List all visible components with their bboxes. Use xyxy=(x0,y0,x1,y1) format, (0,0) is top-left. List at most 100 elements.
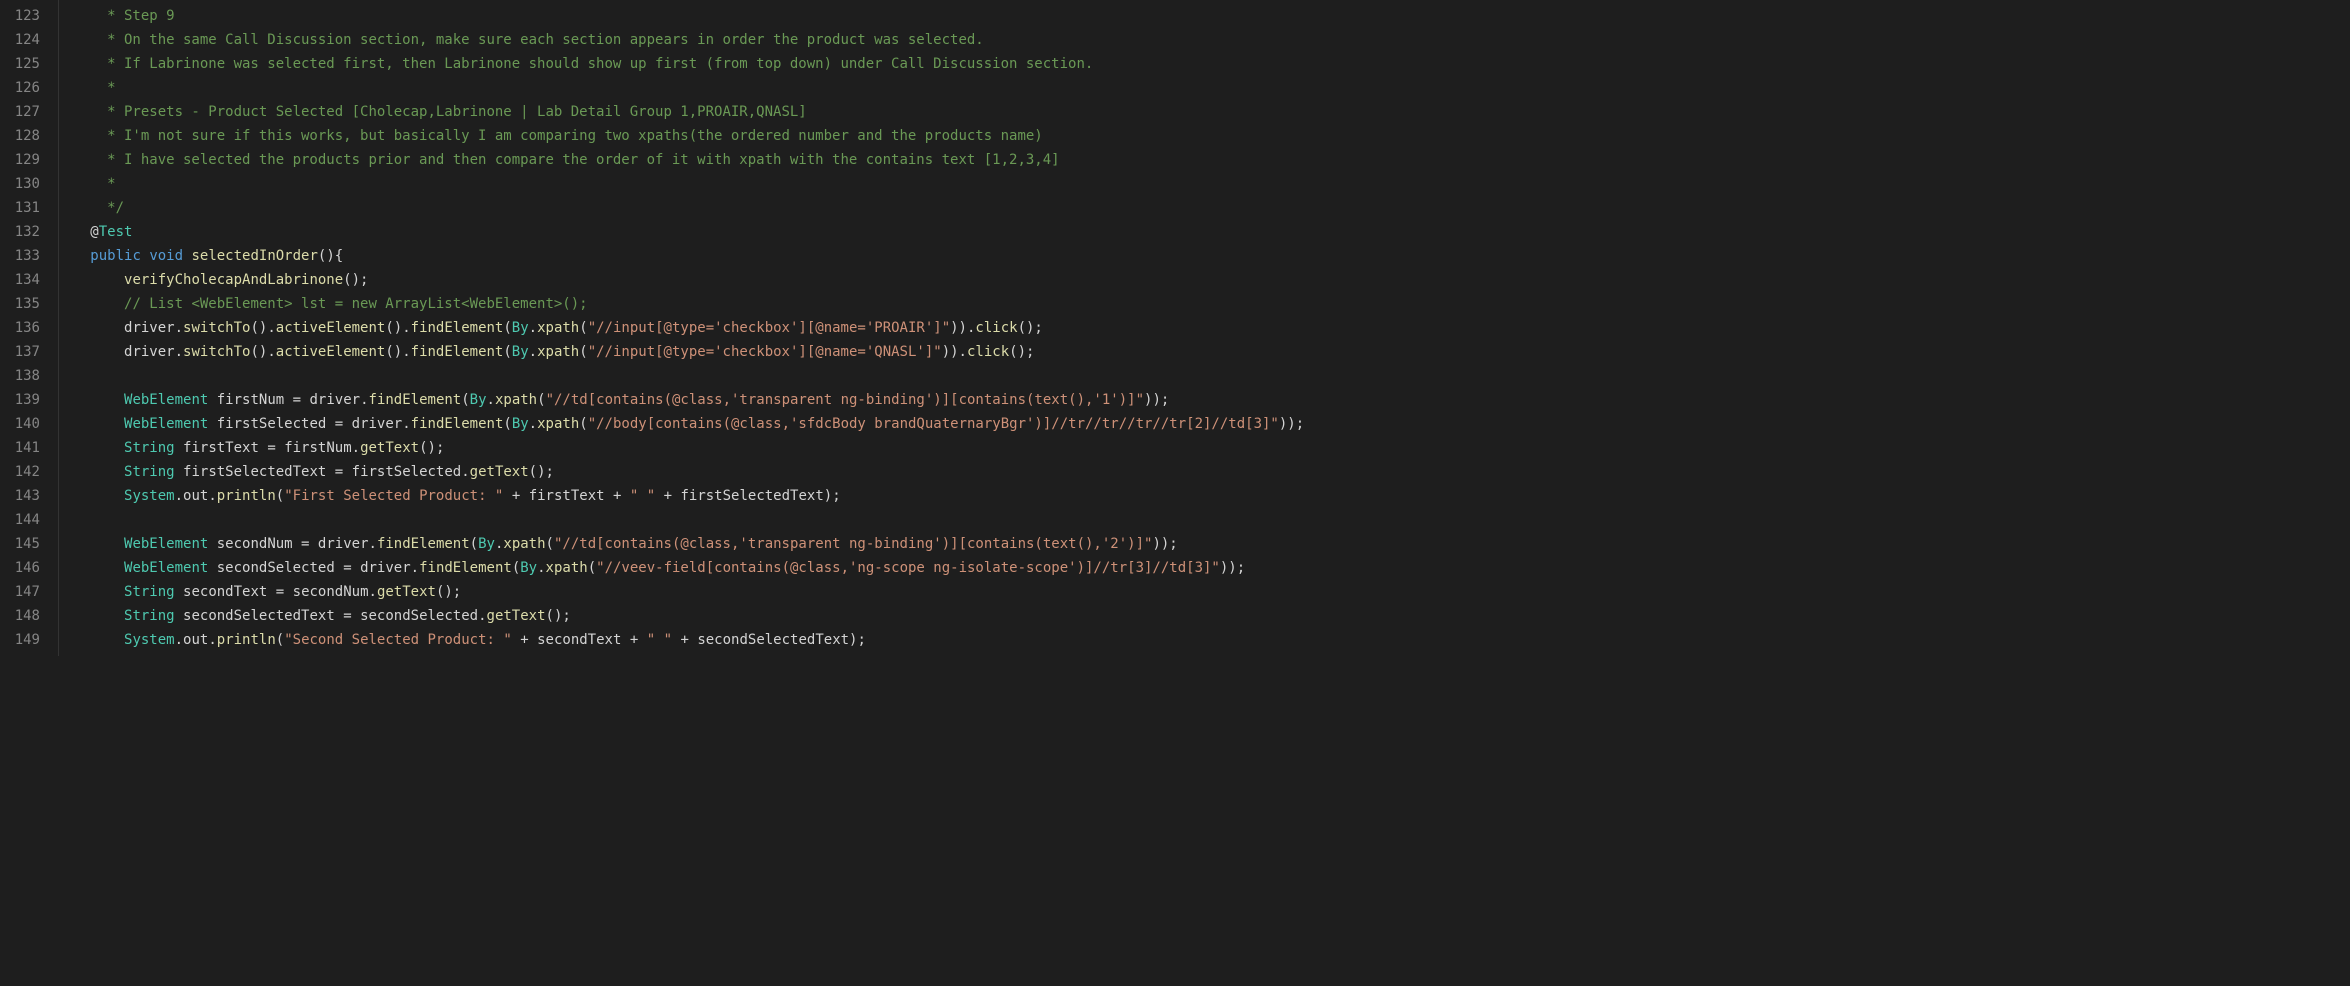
code-line[interactable]: WebElement firstSelected = driver.findEl… xyxy=(65,412,2350,436)
code-line[interactable]: * Presets - Product Selected [Cholecap,L… xyxy=(65,100,2350,124)
line-number[interactable]: 127 xyxy=(10,100,40,124)
code-line[interactable]: * If Labrinone was selected first, then … xyxy=(65,52,2350,76)
code-token: verifyCholecapAndLabrinone xyxy=(124,272,343,288)
code-token: firstText xyxy=(183,440,259,456)
line-number[interactable]: 138 xyxy=(10,364,40,388)
code-token: (). xyxy=(250,320,275,336)
line-number[interactable]: 134 xyxy=(10,268,40,292)
code-token: "Second Selected Product: " xyxy=(284,632,512,648)
line-number[interactable]: 124 xyxy=(10,28,40,52)
code-line[interactable]: WebElement firstNum = driver.findElement… xyxy=(65,388,2350,412)
line-number[interactable]: 145 xyxy=(10,532,40,556)
line-number[interactable]: 143 xyxy=(10,484,40,508)
code-token: . xyxy=(369,584,377,600)
code-line[interactable]: * On the same Call Discussion section, m… xyxy=(65,28,2350,52)
code-token xyxy=(267,584,275,600)
line-number[interactable]: 126 xyxy=(10,76,40,100)
code-line[interactable]: driver.switchTo().activeElement().findEl… xyxy=(65,316,2350,340)
code-line[interactable]: */ xyxy=(65,196,2350,220)
line-number[interactable]: 128 xyxy=(10,124,40,148)
code-token: (). xyxy=(385,320,410,336)
line-number[interactable]: 135 xyxy=(10,292,40,316)
line-number[interactable]: 148 xyxy=(10,604,40,628)
line-number[interactable]: 130 xyxy=(10,172,40,196)
code-token: "//td[contains(@class,'transparent ng-bi… xyxy=(546,392,1144,408)
line-number[interactable]: 133 xyxy=(10,244,40,268)
code-token: activeElement xyxy=(276,320,386,336)
code-token: public xyxy=(90,248,141,264)
code-line[interactable] xyxy=(65,364,2350,388)
code-token xyxy=(638,632,646,648)
line-number[interactable]: 146 xyxy=(10,556,40,580)
line-number[interactable]: 123 xyxy=(10,4,40,28)
code-token: . xyxy=(208,488,216,504)
code-token: . xyxy=(208,632,216,648)
line-number[interactable]: 140 xyxy=(10,412,40,436)
code-line[interactable]: verifyCholecapAndLabrinone(); xyxy=(65,268,2350,292)
code-token xyxy=(284,392,292,408)
code-editor[interactable]: 1231241251261271281291301311321331341351… xyxy=(0,0,2350,656)
line-number[interactable]: 144 xyxy=(10,508,40,532)
code-token: secondNum xyxy=(217,536,293,552)
code-line[interactable]: public void selectedInOrder(){ xyxy=(65,244,2350,268)
code-line[interactable]: WebElement secondSelected = driver.findE… xyxy=(65,556,2350,580)
code-token: xpath xyxy=(537,320,579,336)
code-line[interactable]: System.out.println("First Selected Produ… xyxy=(65,484,2350,508)
line-number[interactable]: 149 xyxy=(10,628,40,652)
code-line[interactable]: @Test xyxy=(65,220,2350,244)
line-number[interactable]: 139 xyxy=(10,388,40,412)
code-line[interactable]: WebElement secondNum = driver.findElemen… xyxy=(65,532,2350,556)
code-line[interactable]: * I have selected the products prior and… xyxy=(65,148,2350,172)
code-token: ( xyxy=(546,536,554,552)
code-token: "//td[contains(@class,'transparent ng-bi… xyxy=(554,536,1152,552)
line-number[interactable]: 137 xyxy=(10,340,40,364)
code-token xyxy=(343,416,351,432)
code-line[interactable]: String secondSelectedText = secondSelect… xyxy=(65,604,2350,628)
line-number[interactable]: 129 xyxy=(10,148,40,172)
code-token: selectedInOrder xyxy=(191,248,317,264)
code-token: + xyxy=(680,632,688,648)
code-line[interactable]: String firstText = firstNum.getText(); xyxy=(65,436,2350,460)
code-token: . xyxy=(175,320,183,336)
line-number[interactable]: 136 xyxy=(10,316,40,340)
line-number[interactable]: 125 xyxy=(10,52,40,76)
line-number-gutter[interactable]: 1231241251261271281291301311321331341351… xyxy=(0,0,58,656)
code-token: */ xyxy=(99,200,124,216)
code-line[interactable]: * I'm not sure if this works, but basica… xyxy=(65,124,2350,148)
code-token: out xyxy=(183,632,208,648)
line-number[interactable]: 132 xyxy=(10,220,40,244)
code-token xyxy=(335,560,343,576)
code-token xyxy=(352,608,360,624)
code-token: ( xyxy=(276,632,284,648)
line-number[interactable]: 141 xyxy=(10,436,40,460)
code-line[interactable]: * xyxy=(65,76,2350,100)
code-token: )); xyxy=(1220,560,1245,576)
code-token: println xyxy=(217,632,276,648)
line-number[interactable]: 131 xyxy=(10,196,40,220)
code-token: )). xyxy=(950,320,975,336)
code-line[interactable]: * xyxy=(65,172,2350,196)
code-token: switchTo xyxy=(183,320,250,336)
code-line[interactable]: // List <WebElement> lst = new ArrayList… xyxy=(65,292,2350,316)
code-token: By xyxy=(512,344,529,360)
code-line[interactable]: driver.switchTo().activeElement().findEl… xyxy=(65,340,2350,364)
code-line[interactable]: System.out.println("Second Selected Prod… xyxy=(65,628,2350,652)
code-area[interactable]: * Step 9 * On the same Call Discussion s… xyxy=(58,0,2350,656)
code-token: ( xyxy=(588,560,596,576)
code-token: ( xyxy=(537,392,545,408)
code-token: activeElement xyxy=(276,344,386,360)
line-number[interactable]: 147 xyxy=(10,580,40,604)
code-line[interactable] xyxy=(65,508,2350,532)
code-token: getText xyxy=(360,440,419,456)
code-token: secondSelectedText xyxy=(697,632,849,648)
code-token: * If Labrinone was selected first, then … xyxy=(99,56,1094,72)
code-line[interactable]: * Step 9 xyxy=(65,4,2350,28)
code-token: System xyxy=(124,488,175,504)
code-token: void xyxy=(149,248,183,264)
code-token: ( xyxy=(579,344,587,360)
code-line[interactable]: String firstSelectedText = firstSelected… xyxy=(65,460,2350,484)
line-number[interactable]: 142 xyxy=(10,460,40,484)
code-token: println xyxy=(217,488,276,504)
code-line[interactable]: String secondText = secondNum.getText(); xyxy=(65,580,2350,604)
code-token xyxy=(309,536,317,552)
